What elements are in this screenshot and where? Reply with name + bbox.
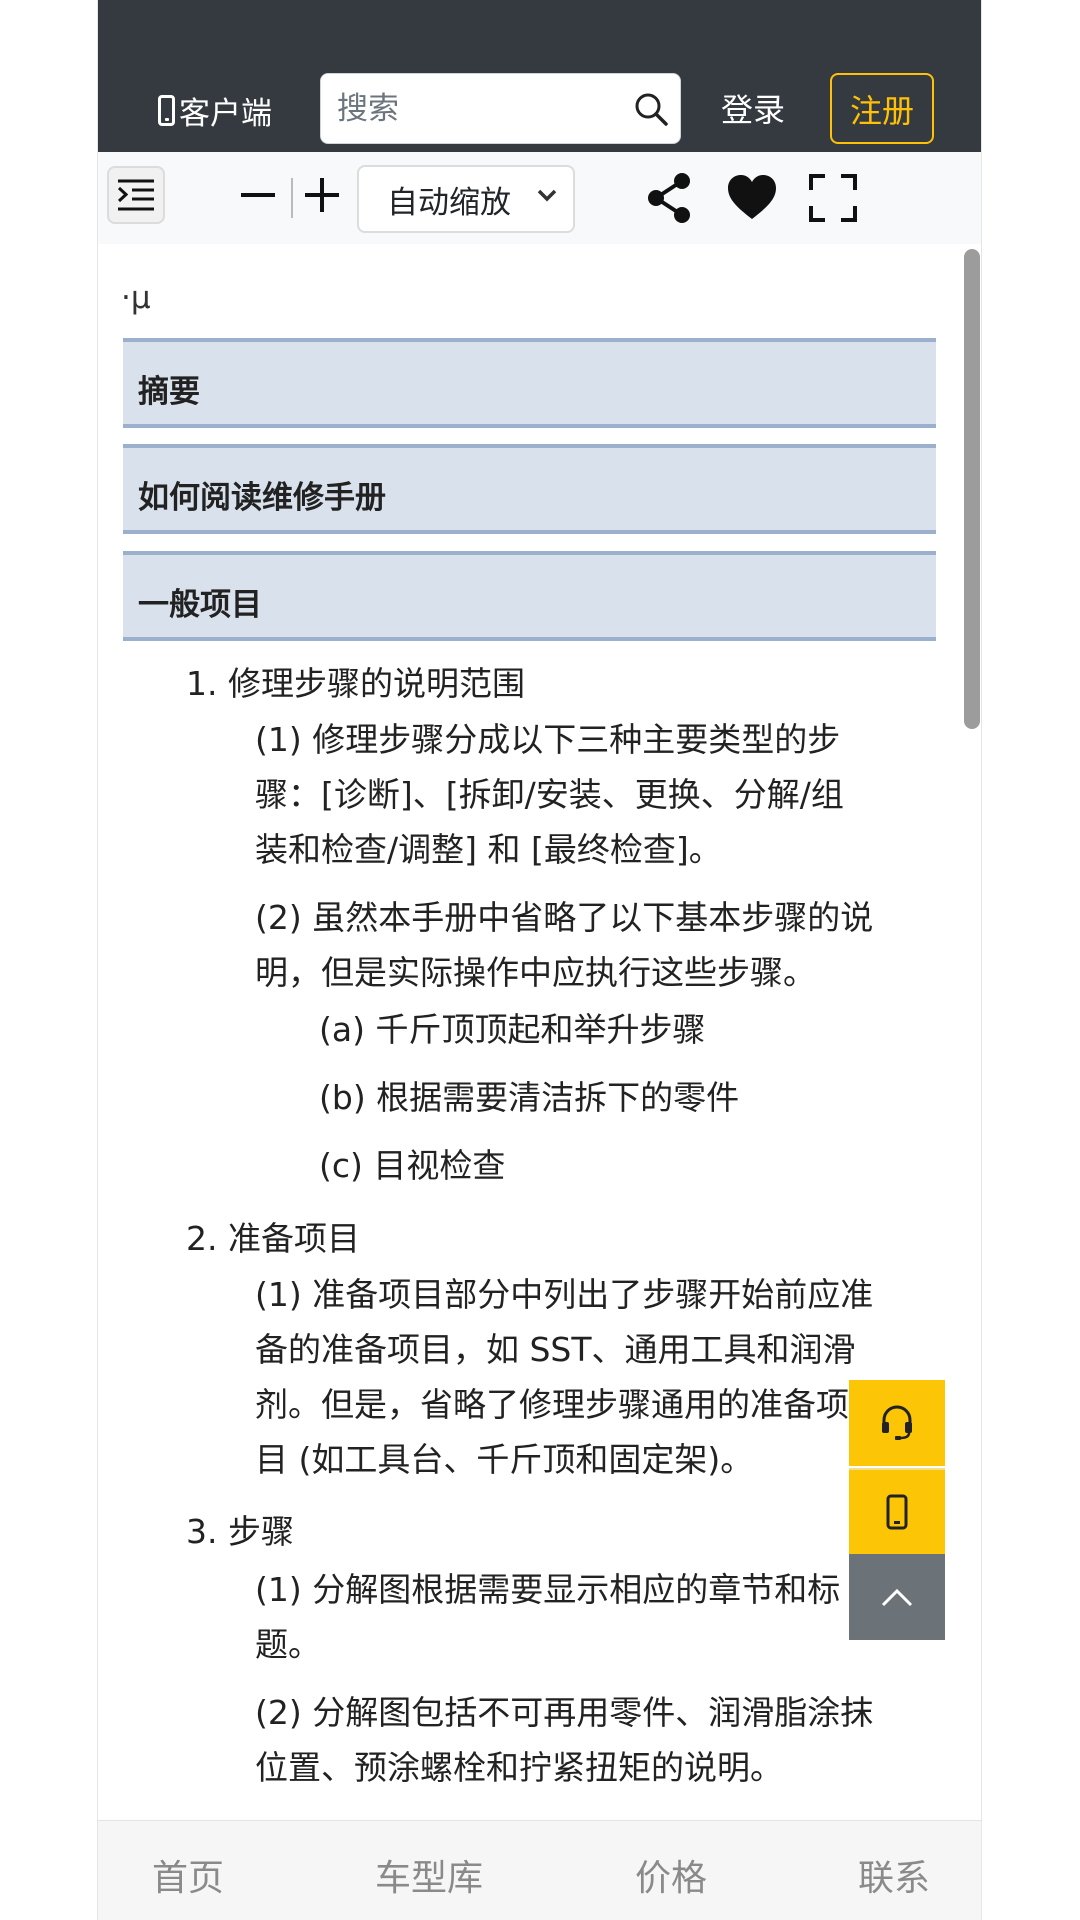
zoom-select[interactable]: 自动缩放: [357, 165, 575, 233]
zoom-select-value: 自动缩放: [387, 184, 511, 221]
paragraph-line: (1) 准备项目部分中列出了步骤开始前应准: [255, 1275, 874, 1314]
back-to-top-button[interactable]: [849, 1554, 945, 1640]
paragraph-line: 题。: [255, 1625, 321, 1664]
mobile-phone-icon: [158, 94, 175, 126]
nav-item-contact[interactable]: 联系: [858, 1849, 930, 1901]
top-header: 客户端 登录 注册: [98, 0, 981, 152]
paragraph-line: (2) 分解图包括不可再用零件、润滑脂涂抹: [255, 1693, 874, 1732]
zoom-separator: [291, 178, 293, 218]
doc-symbol: ·µ: [121, 280, 151, 316]
viewer-toolbar: 自动缩放: [98, 152, 981, 244]
scrollbar-thumb[interactable]: [964, 249, 980, 729]
outline-toggle-button[interactable]: [107, 166, 165, 224]
zoom-in-button[interactable]: [300, 170, 344, 220]
register-button[interactable]: 注册: [830, 73, 934, 144]
paragraph-line: 剂。但是，省略了修理步骤通用的准备项: [255, 1385, 849, 1424]
nav-item-home[interactable]: 首页: [152, 1849, 224, 1901]
list-item-heading: 1. 修理步骤的说明范围: [186, 664, 525, 703]
paragraph-line: 目 (如工具台、千斤顶和固定架)。: [255, 1440, 754, 1479]
section-title: 一般项目: [138, 587, 262, 623]
paragraph-line: 明，但是实际操作中应执行这些步骤。: [255, 953, 816, 992]
login-link[interactable]: 登录: [721, 85, 785, 135]
search-box[interactable]: [320, 73, 681, 144]
paragraph-line: 装和检查/调整] 和 [最终检查]。: [255, 830, 722, 869]
heart-icon[interactable]: [727, 174, 777, 222]
list-item-heading: 3. 步骤: [186, 1512, 294, 1551]
right-gutter: [982, 0, 1080, 1920]
minus-icon: [241, 193, 275, 197]
fullscreen-icon[interactable]: [809, 174, 857, 222]
zoom-out-button[interactable]: [236, 170, 280, 220]
client-label: 客户端: [179, 95, 272, 132]
sub-list-item: (b) 根据需要清洁拆下的零件: [319, 1078, 740, 1117]
paragraph-line: 骤：[诊断]、[拆卸/安装、更换、分解/组: [255, 775, 844, 814]
left-gutter: [0, 0, 97, 1920]
nav-item-pricing[interactable]: 价格: [635, 1849, 707, 1901]
chevron-down-icon: [537, 189, 557, 202]
section-summary[interactable]: 摘要: [123, 338, 936, 428]
paragraph-line: 备的准备项目，如 SST、通用工具和润滑: [255, 1330, 856, 1369]
list-item-heading: 2. 准备项目: [186, 1219, 360, 1258]
paragraph-line: (2) 虽然本手册中省略了以下基本步骤的说: [255, 898, 874, 937]
bottom-nav: 首页 车型库 价格 联系: [98, 1820, 981, 1920]
sub-list-item: (a) 千斤顶顶起和举升步骤: [319, 1010, 706, 1049]
search-icon[interactable]: [632, 90, 670, 128]
share-icon[interactable]: [644, 172, 694, 224]
search-input[interactable]: [337, 84, 617, 134]
outline-icon: [117, 179, 154, 211]
app-frame: 客户端 登录 注册: [97, 0, 982, 1920]
section-general-items[interactable]: 一般项目: [123, 551, 936, 641]
phone-icon: [886, 1494, 908, 1530]
paragraph-line: (1) 修理步骤分成以下三种主要类型的步: [255, 720, 841, 759]
section-title: 如何阅读维修手册: [138, 480, 386, 516]
headset-icon: [882, 1405, 912, 1440]
section-how-to-read[interactable]: 如何阅读维修手册: [123, 444, 936, 534]
plus-icon: [305, 178, 339, 212]
chevron-up-icon: [881, 1588, 913, 1607]
customer-service-button[interactable]: [849, 1380, 945, 1466]
section-title: 摘要: [138, 374, 200, 410]
client-link[interactable]: 客户端: [158, 88, 272, 132]
sub-list-item: (c) 目视检查: [319, 1146, 506, 1185]
paragraph-line: (1) 分解图根据需要显示相应的章节和标: [255, 1570, 841, 1609]
nav-item-models[interactable]: 车型库: [375, 1849, 483, 1901]
mobile-app-button[interactable]: [849, 1468, 945, 1554]
paragraph-line: 位置、预涂螺栓和拧紧扭矩的说明。: [255, 1748, 783, 1787]
